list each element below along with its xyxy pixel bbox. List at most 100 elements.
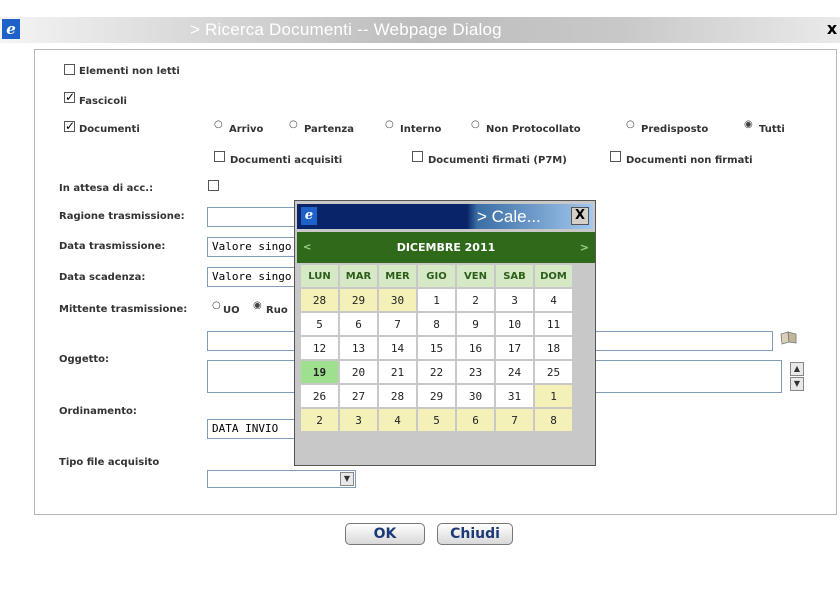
calendar-day[interactable]: 23 bbox=[457, 361, 494, 383]
chiudi-button[interactable]: Chiudi bbox=[437, 523, 513, 545]
ragione-trasmissione-input[interactable] bbox=[207, 207, 303, 227]
ie-logo-icon: e bbox=[301, 207, 317, 225]
calendar-day[interactable]: 28 bbox=[379, 385, 416, 407]
calendar-day[interactable]: 11 bbox=[535, 313, 572, 335]
ok-button[interactable]: OK bbox=[345, 523, 425, 545]
calendar-week-row: 12 13 14 15 16 17 18 bbox=[301, 337, 572, 359]
calendar-day[interactable]: 26 bbox=[301, 385, 338, 407]
calendar-day[interactable]: 6 bbox=[340, 313, 377, 335]
calendar-day-today[interactable]: 19 bbox=[301, 361, 338, 383]
partenza-radio[interactable]: ○ bbox=[289, 120, 298, 130]
documenti-checkbox[interactable]: ✓ bbox=[64, 120, 75, 132]
in-attesa-label: In attesa di acc.: bbox=[59, 183, 154, 194]
calendar-grid: LUN MAR MER GIO VEN SAB DOM 28 29 30 1 2… bbox=[299, 263, 574, 433]
elementi-non-letti-label: Elementi non letti bbox=[79, 66, 180, 77]
ragione-trasmissione-label: Ragione trasmissione: bbox=[59, 211, 185, 222]
calendar-day[interactable]: 22 bbox=[418, 361, 455, 383]
ordinamento-select[interactable]: DATA INVIO bbox=[207, 419, 303, 439]
calendar-day[interactable]: 18 bbox=[535, 337, 572, 359]
calendar-day[interactable]: 29 bbox=[418, 385, 455, 407]
dialog-title: > Ricerca Documenti -- Webpage Dialog bbox=[190, 20, 502, 39]
calendar-day[interactable]: 16 bbox=[457, 337, 494, 359]
calendar-day[interactable]: 7 bbox=[496, 409, 533, 431]
calendar-day[interactable]: 2 bbox=[457, 289, 494, 311]
calendar-week-row: 19 20 21 22 23 24 25 bbox=[301, 361, 572, 383]
calendar-day[interactable]: 30 bbox=[379, 289, 416, 311]
tutti-label: Tutti bbox=[759, 124, 785, 135]
calendar-day[interactable]: 17 bbox=[496, 337, 533, 359]
calendar-day[interactable]: 8 bbox=[418, 313, 455, 335]
calendar-title: > Cale... bbox=[477, 207, 541, 226]
arrivo-label: Arrivo bbox=[229, 124, 264, 135]
calendar-day[interactable]: 28 bbox=[301, 289, 338, 311]
calendar-day[interactable]: 8 bbox=[535, 409, 572, 431]
calendar-day[interactable]: 5 bbox=[418, 409, 455, 431]
documenti-acquisiti-checkbox[interactable] bbox=[214, 151, 225, 162]
calendar-day[interactable]: 2 bbox=[301, 409, 338, 431]
data-trasmissione-select[interactable]: Valore singo bbox=[207, 237, 303, 257]
ie-logo-icon: e bbox=[2, 19, 20, 39]
documenti-firmati-checkbox[interactable] bbox=[412, 151, 423, 162]
tipo-file-select[interactable] bbox=[207, 470, 356, 488]
non-protocollato-radio[interactable]: ○ bbox=[471, 120, 480, 130]
calendar-week-row: 2 3 4 5 6 7 8 bbox=[301, 409, 572, 431]
calendar-day[interactable]: 30 bbox=[457, 385, 494, 407]
documenti-non-firmati-checkbox[interactable] bbox=[610, 151, 621, 162]
weekday-header: DOM bbox=[535, 265, 572, 287]
calendar-day[interactable]: 5 bbox=[301, 313, 338, 335]
tutti-radio[interactable]: ◉ bbox=[744, 120, 753, 130]
next-month-icon[interactable]: > bbox=[580, 232, 589, 263]
calendar-day[interactable]: 3 bbox=[340, 409, 377, 431]
partenza-label: Partenza bbox=[304, 124, 354, 135]
calendar-day[interactable]: 13 bbox=[340, 337, 377, 359]
calendar-day[interactable]: 14 bbox=[379, 337, 416, 359]
calendar-week-row: 5 6 7 8 9 10 11 bbox=[301, 313, 572, 335]
calendar-day[interactable]: 7 bbox=[379, 313, 416, 335]
calendar-day[interactable]: 1 bbox=[535, 385, 572, 407]
weekday-header: MER bbox=[379, 265, 416, 287]
prev-month-icon[interactable]: < bbox=[303, 232, 311, 263]
predisposto-radio[interactable]: ○ bbox=[626, 120, 635, 130]
mittente-uo-label: UO bbox=[223, 305, 240, 316]
elementi-non-letti-checkbox[interactable] bbox=[64, 64, 75, 75]
calendar-day[interactable]: 31 bbox=[496, 385, 533, 407]
fascicoli-checkbox[interactable]: ✓ bbox=[64, 91, 75, 103]
calendar-day[interactable]: 6 bbox=[457, 409, 494, 431]
calendar-day[interactable]: 25 bbox=[535, 361, 572, 383]
calendar-day[interactable]: 4 bbox=[379, 409, 416, 431]
close-icon[interactable]: x bbox=[824, 19, 840, 39]
calendar-day[interactable]: 4 bbox=[535, 289, 572, 311]
data-scadenza-label: Data scadenza: bbox=[59, 272, 146, 283]
calendar-day[interactable]: 21 bbox=[379, 361, 416, 383]
calendar-day[interactable]: 9 bbox=[457, 313, 494, 335]
scroll-down-icon[interactable]: ▼ bbox=[790, 377, 804, 391]
calendar-day[interactable]: 10 bbox=[496, 313, 533, 335]
mittente-uo-radio[interactable]: ○ bbox=[212, 301, 221, 311]
calendar-day[interactable]: 29 bbox=[340, 289, 377, 311]
data-scadenza-select[interactable]: Valore singo bbox=[207, 267, 303, 287]
calendar-day[interactable]: 1 bbox=[418, 289, 455, 311]
mittente-ruolo-radio[interactable]: ◉ bbox=[253, 301, 262, 311]
book-icon[interactable] bbox=[780, 330, 798, 345]
weekday-header-row: LUN MAR MER GIO VEN SAB DOM bbox=[301, 265, 572, 287]
in-attesa-checkbox[interactable] bbox=[208, 180, 219, 191]
calendar-day[interactable]: 3 bbox=[496, 289, 533, 311]
chevron-down-icon[interactable]: ▼ bbox=[340, 472, 354, 486]
weekday-header: GIO bbox=[418, 265, 455, 287]
predisposto-label: Predisposto bbox=[641, 124, 709, 135]
calendar-day[interactable]: 24 bbox=[496, 361, 533, 383]
calendar-day[interactable]: 20 bbox=[340, 361, 377, 383]
calendar-day[interactable]: 27 bbox=[340, 385, 377, 407]
calendar-week-row: 28 29 30 1 2 3 4 bbox=[301, 289, 572, 311]
interno-radio[interactable]: ○ bbox=[385, 120, 394, 130]
weekday-header: VEN bbox=[457, 265, 494, 287]
oggetto-label: Oggetto: bbox=[59, 354, 110, 365]
arrivo-radio[interactable]: ○ bbox=[214, 120, 223, 130]
weekday-header: SAB bbox=[496, 265, 533, 287]
calendar-close-icon[interactable]: X bbox=[571, 207, 589, 225]
weekday-header: LUN bbox=[301, 265, 338, 287]
calendar-day[interactable]: 12 bbox=[301, 337, 338, 359]
scroll-up-icon[interactable]: ▲ bbox=[790, 362, 804, 376]
ordinamento-label: Ordinamento: bbox=[59, 406, 137, 417]
calendar-day[interactable]: 15 bbox=[418, 337, 455, 359]
